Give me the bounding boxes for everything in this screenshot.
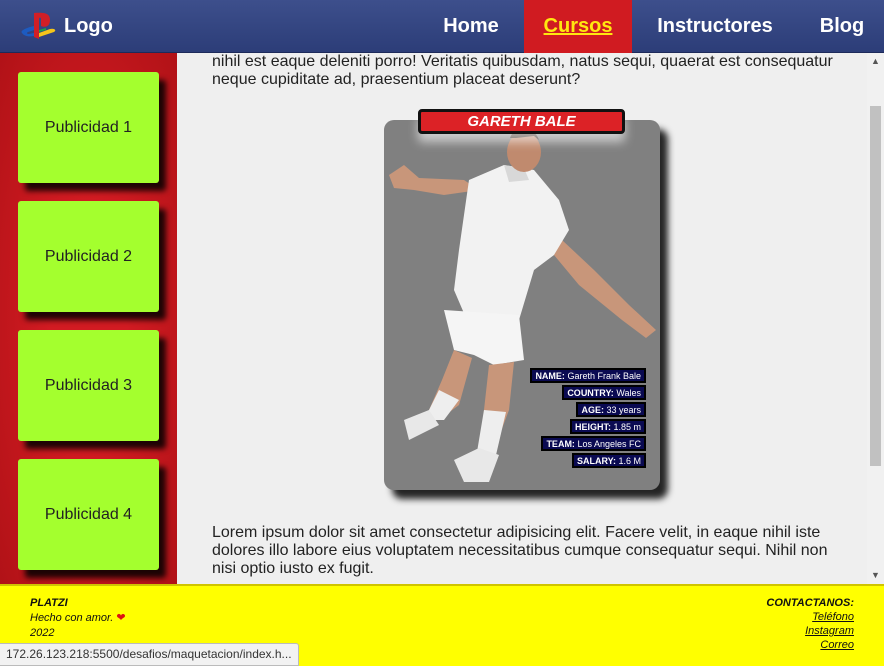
- sidebar: Publicidad 1 Publicidad 2 Publicidad 3 P…: [0, 53, 177, 584]
- intro-paragraph: nihil est eaque deleniti porro! Veritati…: [212, 53, 833, 88]
- made-with-text: Hecho con amor.: [30, 612, 114, 624]
- browser-status-url: 172.26.123.218:5500/desafios/maquetacion…: [0, 643, 299, 666]
- playstation-icon: [21, 12, 56, 39]
- player-card-title: GARETH BALE: [418, 109, 625, 134]
- ad-box-1[interactable]: Publicidad 1: [18, 72, 159, 183]
- scroll-down-icon[interactable]: ▼: [867, 567, 884, 584]
- body-paragraph: Lorem ipsum dolor sit amet consectetur a…: [212, 524, 828, 577]
- stat-value: Los Angeles FC: [577, 439, 641, 449]
- footer-brand: PLATZI: [30, 597, 68, 609]
- scroll-thumb[interactable]: [870, 106, 881, 466]
- stat-name: NAME: Gareth Frank Bale: [530, 368, 646, 383]
- stat-label: AGE:: [581, 405, 604, 415]
- stat-team: TEAM: Los Angeles FC: [541, 436, 646, 451]
- nav-instructores[interactable]: Instructores: [648, 0, 782, 53]
- stat-label: SALARY:: [576, 456, 616, 466]
- footer-contact: CONTACTANOS: Teléfono Instagram Correo: [766, 596, 854, 652]
- ad-box-2[interactable]: Publicidad 2: [18, 201, 159, 312]
- stat-value: 1.85 m: [613, 422, 641, 432]
- footer-year: 2022: [30, 627, 55, 639]
- ad-box-3[interactable]: Publicidad 3: [18, 330, 159, 441]
- main-content: nihil est eaque deleniti porro! Veritati…: [177, 53, 867, 584]
- stat-height: HEIGHT: 1.85 m: [569, 419, 646, 434]
- player-card: NAME: Gareth Frank Bale COUNTRY: Wales A…: [384, 120, 660, 490]
- footer-made-with: Hecho con amor. ❤: [30, 611, 126, 626]
- nav-cursos[interactable]: Cursos: [524, 0, 632, 53]
- top-navbar: Logo Home Cursos Instructores Blog: [0, 0, 884, 53]
- player-stats: NAME: Gareth Frank Bale COUNTRY: Wales A…: [530, 368, 646, 468]
- stat-label: NAME:: [535, 371, 565, 381]
- footer-credits: PLATZI Hecho con amor. ❤ 2022: [30, 596, 126, 641]
- stat-country: COUNTRY: Wales: [562, 385, 646, 400]
- nav-blog[interactable]: Blog: [810, 0, 874, 53]
- main-scrollbar[interactable]: ▲ ▼: [867, 53, 884, 584]
- stat-label: COUNTRY:: [567, 388, 614, 398]
- stat-value: 1.6 M: [618, 456, 641, 466]
- heart-icon: ❤: [116, 612, 126, 624]
- stat-value: 33 years: [606, 405, 641, 415]
- stat-label: TEAM:: [546, 439, 575, 449]
- scroll-up-icon[interactable]: ▲: [867, 53, 884, 70]
- link-correo[interactable]: Correo: [766, 638, 854, 652]
- stat-age: AGE: 33 years: [576, 402, 646, 417]
- stat-label: HEIGHT:: [574, 422, 611, 432]
- contact-title: CONTACTANOS:: [766, 597, 854, 609]
- nav-home[interactable]: Home: [428, 0, 514, 53]
- stat-value: Wales: [616, 388, 641, 398]
- ad-box-4[interactable]: Publicidad 4: [18, 459, 159, 570]
- stat-salary: SALARY: 1.6 M: [571, 453, 646, 468]
- logo[interactable]: Logo: [20, 10, 113, 42]
- logo-text: Logo: [64, 14, 113, 37]
- link-telefono[interactable]: Teléfono: [766, 610, 854, 624]
- link-instagram[interactable]: Instagram: [766, 624, 854, 638]
- stat-value: Gareth Frank Bale: [567, 371, 641, 381]
